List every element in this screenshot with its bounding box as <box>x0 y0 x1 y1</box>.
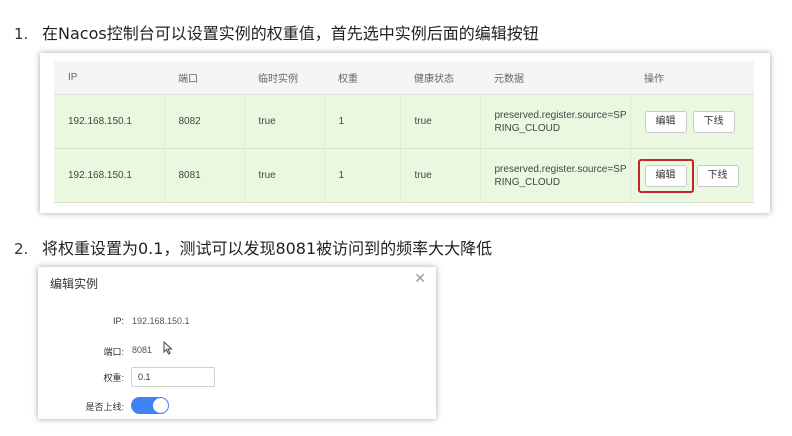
step-1-text: 在Nacos控制台可以设置实例的权重值，首先选中实例后面的编辑按钮 <box>42 24 539 43</box>
weight-input[interactable]: 0.1 <box>131 367 215 387</box>
cell-actions: 编辑 下线 <box>630 148 754 203</box>
table-header-row: IP 端口 临时实例 权重 健康状态 元数据 操作 <box>54 61 754 95</box>
cell-ip: 192.168.150.1 <box>54 94 165 149</box>
column-header-metadata: 元数据 <box>480 61 630 95</box>
edit-instance-dialog: 编辑实例 ✕ IP: 192.168.150.1 端口: 8081 权重: 0.… <box>38 267 436 419</box>
toggle-knob <box>153 398 168 413</box>
mouse-cursor-icon <box>163 341 173 355</box>
cell-healthy: true <box>400 94 481 149</box>
weight-row: 权重: 0.1 <box>38 367 338 387</box>
column-header-port: 端口 <box>164 61 244 95</box>
step-1-number: 1. <box>14 25 29 43</box>
port-row: 端口: 8081 <box>38 341 338 361</box>
step-2-caption: 2. 将权重设置为0.1，测试可以发现8081被访问到的频率大大降低 <box>14 235 492 259</box>
cell-actions: 编辑 下线 <box>630 94 754 149</box>
edit-button-highlight: 编辑 <box>637 158 694 193</box>
ip-label: IP: <box>112 316 124 326</box>
port-label: 端口: <box>103 347 124 357</box>
step-2-number: 2. <box>14 240 29 258</box>
cell-metadata: preserved.register.source=SPRING_CLOUD <box>480 94 631 149</box>
ip-value: 192.168.150.1 <box>132 316 190 326</box>
column-header-actions: 操作 <box>630 61 754 95</box>
ip-row: IP: 192.168.150.1 <box>38 312 338 332</box>
cell-weight: 1 <box>324 94 401 149</box>
cell-ip: 192.168.150.1 <box>54 148 165 203</box>
port-value: 8081 <box>132 345 153 355</box>
cell-ephemeral: true <box>244 148 325 203</box>
cell-port: 8081 <box>164 148 245 203</box>
column-header-health: 健康状态 <box>400 61 480 95</box>
cell-healthy: true <box>400 148 481 203</box>
instance-table-screenshot: IP 端口 临时实例 权重 健康状态 元数据 操作 192.168.150.1 … <box>40 53 770 213</box>
weight-label: 权重: <box>103 373 124 383</box>
cell-weight: 1 <box>324 148 401 203</box>
step-1-caption: 1. 在Nacos控制台可以设置实例的权重值，首先选中实例后面的编辑按钮 <box>14 20 539 44</box>
online-label: 是否上线: <box>85 402 124 412</box>
instance-table: IP 端口 临时实例 权重 健康状态 元数据 操作 192.168.150.1 … <box>54 61 754 203</box>
dialog-title: 编辑实例 <box>50 277 99 291</box>
column-header-ephemeral: 临时实例 <box>244 61 324 95</box>
cell-port: 8082 <box>164 94 245 149</box>
edit-button[interactable]: 编辑 <box>644 164 687 187</box>
table-row: 192.168.150.1 8082 true 1 true preserved… <box>54 94 754 149</box>
offline-button[interactable]: 下线 <box>696 164 739 187</box>
online-toggle[interactable] <box>131 397 169 414</box>
close-icon[interactable]: ✕ <box>414 270 426 287</box>
online-row: 是否上线: <box>38 396 338 416</box>
column-header-weight: 权重 <box>324 61 400 95</box>
table-row: 192.168.150.1 8081 true 1 true preserved… <box>54 148 754 203</box>
cell-metadata: preserved.register.source=SPRING_CLOUD <box>480 148 631 203</box>
edit-button[interactable]: 编辑 <box>644 110 687 133</box>
step-2-text: 将权重设置为0.1，测试可以发现8081被访问到的频率大大降低 <box>42 239 493 258</box>
offline-button[interactable]: 下线 <box>692 110 735 133</box>
column-header-ip: IP <box>54 61 164 95</box>
cell-ephemeral: true <box>244 94 325 149</box>
